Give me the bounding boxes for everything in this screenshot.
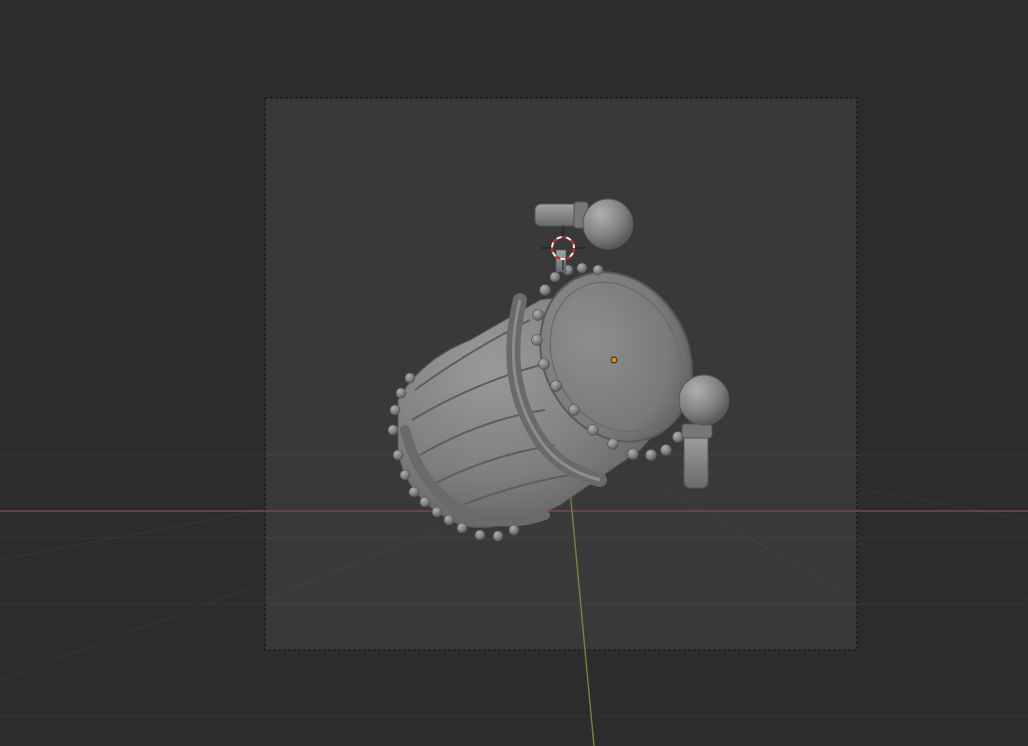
object-origin-icon[interactable] [610,356,618,364]
side-tap-ball [678,374,730,426]
3d-viewport[interactable] [0,0,1028,746]
side-tap-pipe [683,429,709,489]
viewport-canvas[interactable] [0,0,1028,746]
top-tap-ball [582,198,634,250]
